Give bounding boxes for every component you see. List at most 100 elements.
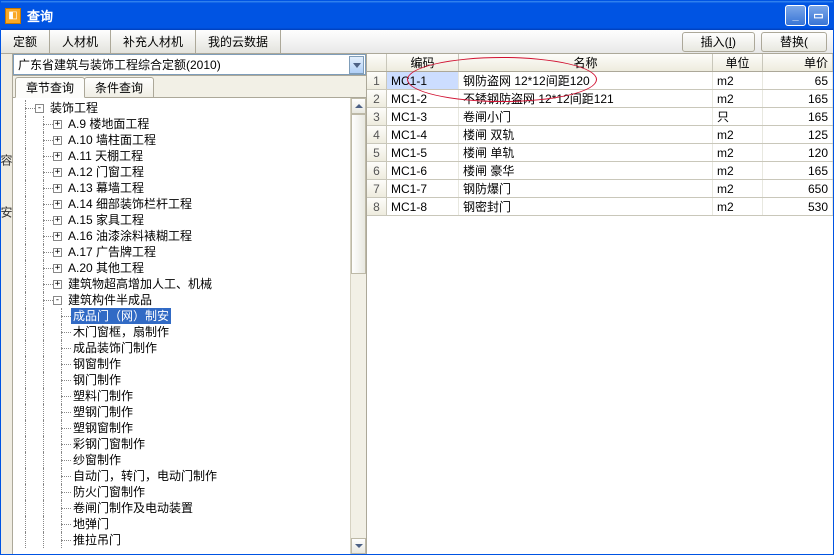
- tree-label[interactable]: 建筑构件半成品: [66, 292, 154, 308]
- tree-label[interactable]: 推拉吊门: [71, 532, 123, 548]
- tree-label[interactable]: 地弹门: [71, 516, 111, 532]
- tree-label[interactable]: 木门窗框，扇制作: [71, 324, 171, 340]
- tree-label[interactable]: A.10 墙柱面工程: [66, 132, 158, 148]
- cell-price[interactable]: 530: [763, 198, 833, 215]
- tree-node[interactable]: 钢窗制作: [13, 356, 350, 372]
- tree-label[interactable]: 塑钢窗制作: [71, 420, 135, 436]
- cell-unit[interactable]: m2: [713, 144, 763, 161]
- tree-label[interactable]: A.16 油漆涂料裱糊工程: [66, 228, 194, 244]
- tree-label[interactable]: A.13 幕墙工程: [66, 180, 146, 196]
- cell-price[interactable]: 65: [763, 72, 833, 89]
- tree-node[interactable]: +建筑物超高增加人工、机械: [13, 276, 350, 292]
- tree-node[interactable]: + A.16 油漆涂料裱糊工程: [13, 228, 350, 244]
- cell-unit[interactable]: m2: [713, 72, 763, 89]
- cell-name[interactable]: 楼闸 单轨: [459, 144, 713, 161]
- tree-label[interactable]: 钢门制作: [71, 372, 123, 388]
- tree-node[interactable]: 成品门（网）制安: [13, 308, 350, 324]
- col-name[interactable]: 名称: [459, 54, 713, 71]
- toolbar-tab[interactable]: 定额: [1, 30, 50, 53]
- tree-node[interactable]: 推拉吊门: [13, 532, 350, 548]
- cell-unit[interactable]: 只: [713, 108, 763, 125]
- table-row[interactable]: 7MC1-7钢防爆门m2650: [367, 180, 833, 198]
- tree-label[interactable]: 钢窗制作: [71, 356, 123, 372]
- tree-label[interactable]: 防火门窗制作: [71, 484, 147, 500]
- tree-node[interactable]: +A.11 天棚工程: [13, 148, 350, 164]
- collapse-icon[interactable]: -: [53, 296, 62, 305]
- expand-icon[interactable]: +: [53, 200, 62, 209]
- tree-node[interactable]: 防火门窗制作: [13, 484, 350, 500]
- scroll-thumb[interactable]: [351, 114, 366, 274]
- combo-dropdown-icon[interactable]: [349, 56, 364, 74]
- table-row[interactable]: 1MC1-1钢防盗网 12*12间距120m265: [367, 72, 833, 90]
- expand-icon[interactable]: +: [53, 232, 62, 241]
- cell-price[interactable]: 120: [763, 144, 833, 161]
- cell-price[interactable]: 165: [763, 162, 833, 179]
- cell-name[interactable]: 钢防爆门: [459, 180, 713, 197]
- tree-node[interactable]: -装饰工程: [13, 100, 350, 116]
- cell-name[interactable]: 卷闸小门: [459, 108, 713, 125]
- tree-node[interactable]: -建筑构件半成品: [13, 292, 350, 308]
- tree-label[interactable]: A.20 其他工程: [66, 260, 146, 276]
- table-row[interactable]: 3MC1-3卷闸小门只165: [367, 108, 833, 126]
- tree-label[interactable]: 成品门（网）制安: [71, 308, 171, 324]
- tree-node[interactable]: +A.9 楼地面工程: [13, 116, 350, 132]
- expand-icon[interactable]: +: [53, 136, 62, 145]
- cell-code[interactable]: MC1-7: [387, 180, 459, 197]
- cell-unit[interactable]: m2: [713, 126, 763, 143]
- tree-label[interactable]: A.11 天棚工程: [66, 148, 145, 164]
- tree-label[interactable]: 塑钢门制作: [71, 404, 135, 420]
- tree-label[interactable]: A.12 门窗工程: [66, 164, 146, 180]
- expand-icon[interactable]: +: [53, 280, 62, 289]
- table-row[interactable]: 6MC1-6楼闸 豪华m2165: [367, 162, 833, 180]
- cell-code[interactable]: MC1-1: [387, 72, 459, 89]
- data-grid[interactable]: 编码名称单位单价1MC1-1钢防盗网 12*12间距120m2652MC1-2不…: [367, 54, 833, 216]
- tree[interactable]: -装饰工程+A.9 楼地面工程+A.10 墙柱面工程+A.11 天棚工程+A.1…: [13, 98, 350, 554]
- tree-label[interactable]: 装饰工程: [48, 100, 100, 116]
- table-row[interactable]: 4MC1-4楼闸 双轨m2125: [367, 126, 833, 144]
- tree-node[interactable]: 卷闸门制作及电动装置: [13, 500, 350, 516]
- tree-node[interactable]: 木门窗框，扇制作: [13, 324, 350, 340]
- tree-label[interactable]: 成品装饰门制作: [71, 340, 159, 356]
- minimize-button[interactable]: _: [785, 5, 806, 26]
- tree-node[interactable]: 纱窗制作: [13, 452, 350, 468]
- table-row[interactable]: 8MC1-8钢密封门m2530: [367, 198, 833, 216]
- cell-price[interactable]: 165: [763, 90, 833, 107]
- replace-button[interactable]: 替换(: [761, 32, 827, 52]
- tree-label[interactable]: A.17 广告牌工程: [66, 244, 158, 260]
- scroll-up-button[interactable]: [351, 98, 366, 114]
- toolbar-tab[interactable]: 人材机: [50, 30, 111, 53]
- quota-combo[interactable]: 广东省建筑与装饰工程综合定额(2010): [13, 54, 366, 75]
- tree-node[interactable]: 塑料门制作: [13, 388, 350, 404]
- cell-code[interactable]: MC1-6: [387, 162, 459, 179]
- cell-name[interactable]: 楼闸 豪华: [459, 162, 713, 179]
- cell-code[interactable]: MC1-4: [387, 126, 459, 143]
- cell-unit[interactable]: m2: [713, 180, 763, 197]
- tree-label[interactable]: 塑料门制作: [71, 388, 135, 404]
- cell-price[interactable]: 165: [763, 108, 833, 125]
- expand-icon[interactable]: +: [53, 184, 62, 193]
- cell-name[interactable]: 不锈钢防盗网 12*12间距121: [459, 90, 713, 107]
- cell-name[interactable]: 钢防盗网 12*12间距120: [459, 72, 713, 89]
- col-unit[interactable]: 单位: [713, 54, 763, 71]
- cell-code[interactable]: MC1-3: [387, 108, 459, 125]
- tree-node[interactable]: + A.20 其他工程: [13, 260, 350, 276]
- tree-node[interactable]: 钢门制作: [13, 372, 350, 388]
- tree-node[interactable]: 自动门，转门，电动门制作: [13, 468, 350, 484]
- tree-node[interactable]: +A.14 细部装饰栏杆工程: [13, 196, 350, 212]
- tree-node[interactable]: 地弹门: [13, 516, 350, 532]
- cell-unit[interactable]: m2: [713, 162, 763, 179]
- tree-node[interactable]: + A.12 门窗工程: [13, 164, 350, 180]
- subtab[interactable]: 章节查询: [15, 77, 85, 98]
- tree-scrollbar[interactable]: [350, 98, 366, 554]
- col-price[interactable]: 单价: [763, 54, 833, 71]
- maximize-button[interactable]: ▭: [808, 5, 829, 26]
- cell-code[interactable]: MC1-5: [387, 144, 459, 161]
- expand-icon[interactable]: +: [53, 168, 62, 177]
- tree-label[interactable]: A.9 楼地面工程: [66, 116, 151, 132]
- tree-label[interactable]: 彩钢门窗制作: [71, 436, 147, 452]
- col-code[interactable]: 编码: [387, 54, 459, 71]
- cell-code[interactable]: MC1-8: [387, 198, 459, 215]
- insert-button[interactable]: 插入(I): [682, 32, 755, 52]
- expand-icon[interactable]: +: [53, 264, 62, 273]
- tree-node[interactable]: +A.17 广告牌工程: [13, 244, 350, 260]
